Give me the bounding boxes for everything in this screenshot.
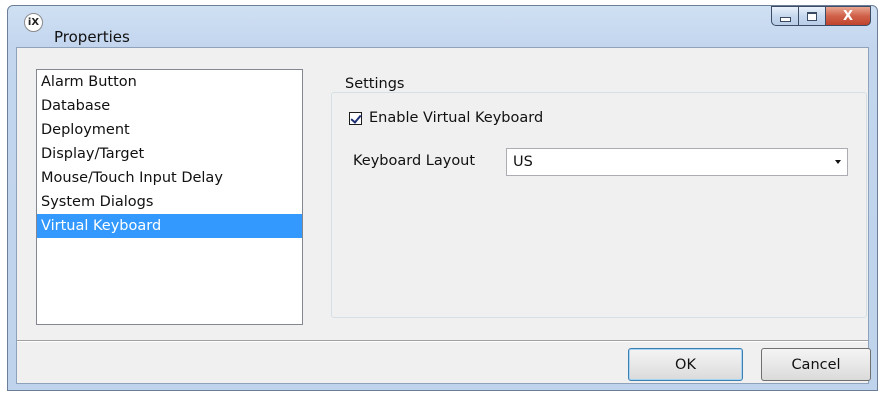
ok-button[interactable]: OK [628,348,743,381]
close-icon: X [842,8,854,24]
close-button[interactable]: X [825,6,871,26]
category-list[interactable]: Alarm Button Database Deployment Display… [36,69,303,325]
keyboard-layout-select[interactable]: US [506,148,848,176]
dialog-body: Alarm Button Database Deployment Display… [16,47,871,384]
dropdown-arrow-icon[interactable] [835,160,841,164]
list-item-virtual-keyboard[interactable]: Virtual Keyboard [37,214,302,238]
list-item-alarm-button[interactable]: Alarm Button [37,70,302,94]
keyboard-layout-label: Keyboard Layout [353,153,476,169]
maximize-icon [807,11,817,21]
list-item-deployment[interactable]: Deployment [37,118,302,142]
window-controls: X [771,6,871,26]
maximize-button[interactable] [798,6,825,26]
list-item-display-target[interactable]: Display/Target [37,142,302,166]
settings-group-title: Settings [343,76,407,92]
cancel-button[interactable]: Cancel [761,348,871,381]
keyboard-layout-value: US [513,154,533,170]
list-item-database[interactable]: Database [37,94,302,118]
footer-divider-highlight [17,341,868,342]
minimize-icon [779,16,791,22]
list-item-system-dialogs[interactable]: System Dialogs [37,190,302,214]
minimize-button[interactable] [771,6,798,26]
window-title: Properties [54,28,130,46]
app-icon: iX [24,13,43,32]
enable-virtual-keyboard-checkbox[interactable] [349,111,362,125]
list-item-mouse-touch-input-delay[interactable]: Mouse/Touch Input Delay [37,166,302,190]
enable-virtual-keyboard-label[interactable]: Enable Virtual Keyboard [369,110,543,126]
properties-window: iX Properties X Alarm Button Database De… [7,5,878,391]
enable-virtual-keyboard-row[interactable]: Enable Virtual Keyboard [349,110,543,126]
